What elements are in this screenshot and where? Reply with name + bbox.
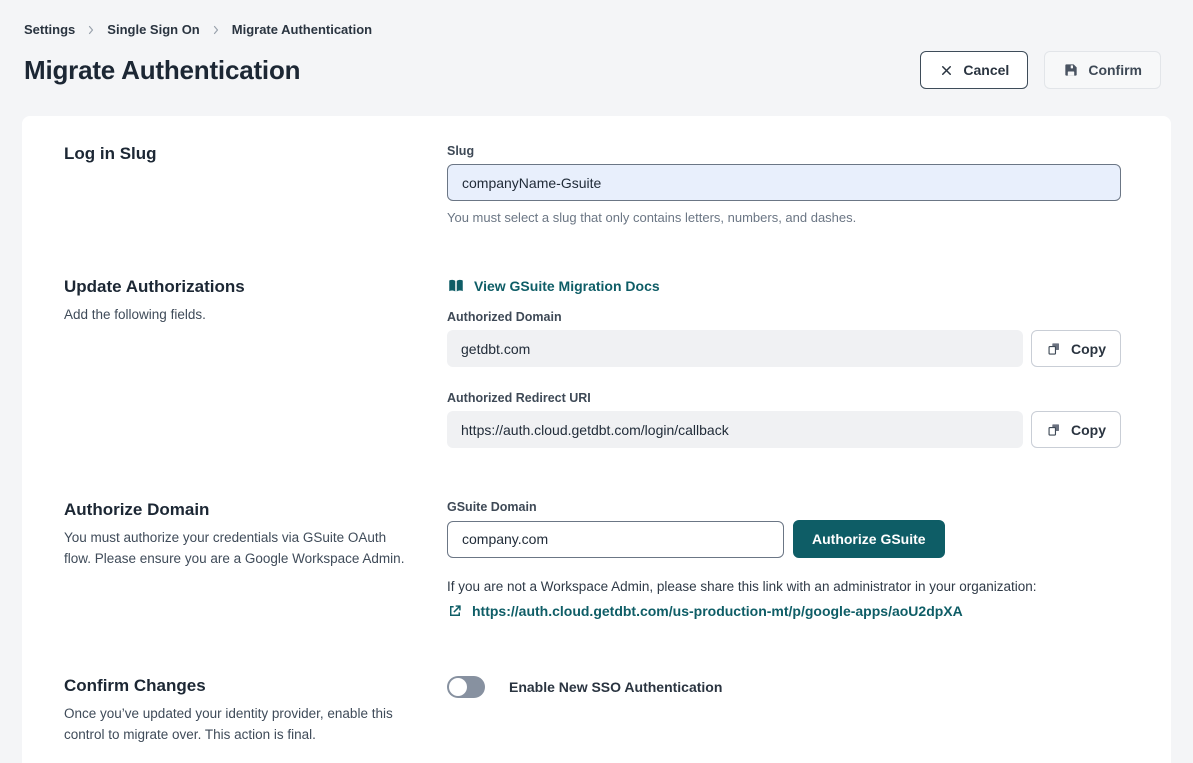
slug-field-label: Slug [447, 144, 1121, 158]
authorized-domain-field[interactable] [447, 330, 1023, 367]
authorize-domain-description: You must authorize your credentials via … [64, 528, 413, 570]
title-row: Migrate Authentication Cancel Confirm [24, 51, 1161, 89]
admin-share-link[interactable]: https://auth.cloud.getdbt.com/us-product… [447, 603, 963, 619]
chevron-right-icon [210, 24, 222, 36]
enable-sso-toggle-row: Enable New SSO Authentication [447, 676, 1121, 698]
redirect-uri-field[interactable] [447, 411, 1023, 448]
cancel-button-label: Cancel [963, 62, 1009, 78]
section-confirm-changes-left: Confirm Changes Once you’ve updated your… [64, 676, 447, 746]
slug-helper-text: You must select a slug that only contain… [447, 210, 1121, 225]
section-authorize-domain: Authorize Domain You must authorize your… [64, 500, 1121, 624]
breadcrumb-single-sign-on[interactable]: Single Sign On [107, 22, 199, 37]
gsuite-domain-input[interactable] [447, 521, 784, 558]
section-update-authorizations: Update Authorizations Add the following … [64, 277, 1121, 448]
update-authorizations-heading: Update Authorizations [64, 277, 413, 297]
section-login-slug: Log in Slug Slug You must select a slug … [64, 144, 1121, 225]
redirect-uri-label: Authorized Redirect URI [447, 391, 1121, 405]
page-header: Settings Single Sign On Migrate Authenti… [0, 0, 1193, 89]
authorized-domain-row: Copy [447, 330, 1121, 367]
authorized-domain-label: Authorized Domain [447, 310, 1121, 324]
gsuite-migration-docs-link[interactable]: View GSuite Migration Docs [447, 277, 660, 295]
update-authorizations-description: Add the following fields. [64, 305, 413, 326]
section-update-authorizations-right: View GSuite Migration Docs Authorized Do… [447, 277, 1121, 448]
cancel-button[interactable]: Cancel [920, 51, 1028, 89]
confirm-changes-heading: Confirm Changes [64, 676, 413, 696]
copy-button-label: Copy [1071, 422, 1106, 438]
login-slug-heading: Log in Slug [64, 144, 413, 164]
enable-sso-toggle-label: Enable New SSO Authentication [509, 679, 722, 695]
enable-sso-toggle[interactable] [447, 676, 485, 698]
toggle-knob [449, 678, 467, 696]
gsuite-domain-row: Authorize GSuite [447, 520, 1121, 558]
section-login-slug-right: Slug You must select a slug that only co… [447, 144, 1121, 225]
header-actions: Cancel Confirm [920, 51, 1161, 89]
admin-share-link-label: https://auth.cloud.getdbt.com/us-product… [472, 603, 963, 619]
copy-button-label: Copy [1071, 341, 1106, 357]
breadcrumb-migrate-authentication: Migrate Authentication [232, 22, 372, 37]
breadcrumb-settings[interactable]: Settings [24, 22, 75, 37]
confirm-button-label: Confirm [1088, 62, 1142, 78]
section-confirm-changes: Confirm Changes Once you’ve updated your… [64, 676, 1121, 746]
book-open-icon [447, 277, 465, 295]
slug-input[interactable] [447, 164, 1121, 201]
breadcrumb: Settings Single Sign On Migrate Authenti… [24, 22, 1161, 37]
section-authorize-domain-left: Authorize Domain You must authorize your… [64, 500, 447, 624]
redirect-uri-row: Copy [447, 411, 1121, 448]
workspace-admin-note: If you are not a Workspace Admin, please… [447, 579, 1121, 594]
confirm-button[interactable]: Confirm [1044, 51, 1161, 89]
external-link-icon [447, 603, 463, 619]
authorize-gsuite-button[interactable]: Authorize GSuite [793, 520, 945, 558]
copy-icon [1046, 341, 1062, 357]
section-login-slug-left: Log in Slug [64, 144, 447, 225]
section-authorize-domain-right: GSuite Domain Authorize GSuite If you ar… [447, 500, 1121, 624]
authorize-domain-heading: Authorize Domain [64, 500, 413, 520]
save-icon [1063, 62, 1079, 78]
gsuite-domain-label: GSuite Domain [447, 500, 1121, 514]
gsuite-migration-docs-link-label: View GSuite Migration Docs [474, 278, 660, 294]
page-title: Migrate Authentication [24, 55, 300, 86]
settings-card: Log in Slug Slug You must select a slug … [22, 116, 1171, 763]
section-update-authorizations-left: Update Authorizations Add the following … [64, 277, 447, 448]
copy-icon [1046, 422, 1062, 438]
confirm-changes-description: Once you’ve updated your identity provid… [64, 704, 413, 746]
authorize-gsuite-button-label: Authorize GSuite [812, 531, 926, 547]
section-confirm-changes-right: Enable New SSO Authentication [447, 676, 1121, 746]
copy-redirect-uri-button[interactable]: Copy [1031, 411, 1121, 448]
chevron-right-icon [85, 24, 97, 36]
copy-authorized-domain-button[interactable]: Copy [1031, 330, 1121, 367]
x-icon [939, 63, 954, 78]
